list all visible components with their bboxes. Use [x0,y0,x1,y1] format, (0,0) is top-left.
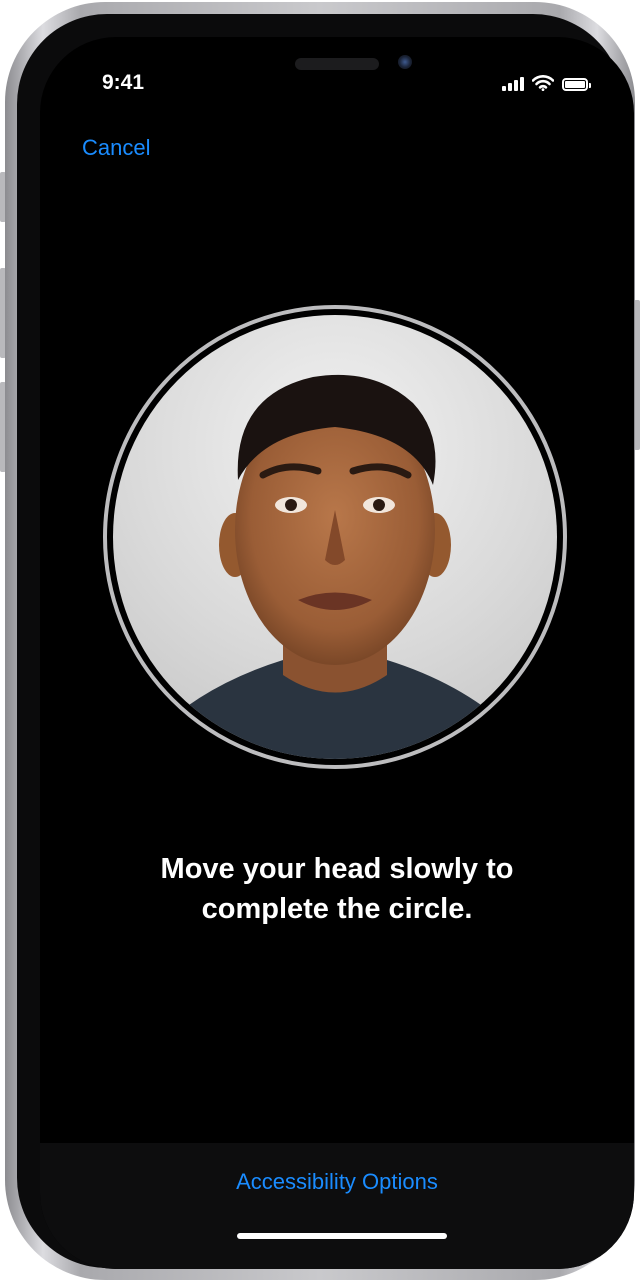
face-scan-ring [103,305,567,769]
status-icons [502,75,591,91]
device-mockup: 9:41 Cancel Move your head slowly to com… [0,0,640,1282]
front-camera-icon [398,55,412,69]
wifi-icon [532,75,554,91]
earpiece-speaker [295,58,379,70]
bottom-toolbar [40,1143,634,1269]
battery-cap [589,83,591,88]
cellular-signal-icon [502,76,524,91]
battery-level [565,81,585,88]
phone-screen: 9:41 Cancel Move your head slowly to com… [40,37,634,1269]
home-indicator[interactable] [237,1233,447,1239]
instruction-text: Move your head slowly to complete the ci… [40,849,634,929]
phone-frame: 9:41 Cancel Move your head slowly to com… [5,2,635,1280]
instruction-line-2: complete the circle. [201,893,473,925]
face-portrait-icon [153,374,517,759]
instruction-line-1: Move your head slowly to [160,853,514,885]
accessibility-options-button[interactable]: Accessibility Options [40,1169,634,1195]
cancel-button[interactable]: Cancel [82,135,150,161]
battery-icon [562,78,591,91]
status-time: 9:41 [102,71,145,94]
face-camera-preview [113,315,557,759]
phone-bezel: 9:41 Cancel Move your head slowly to com… [17,14,634,1269]
